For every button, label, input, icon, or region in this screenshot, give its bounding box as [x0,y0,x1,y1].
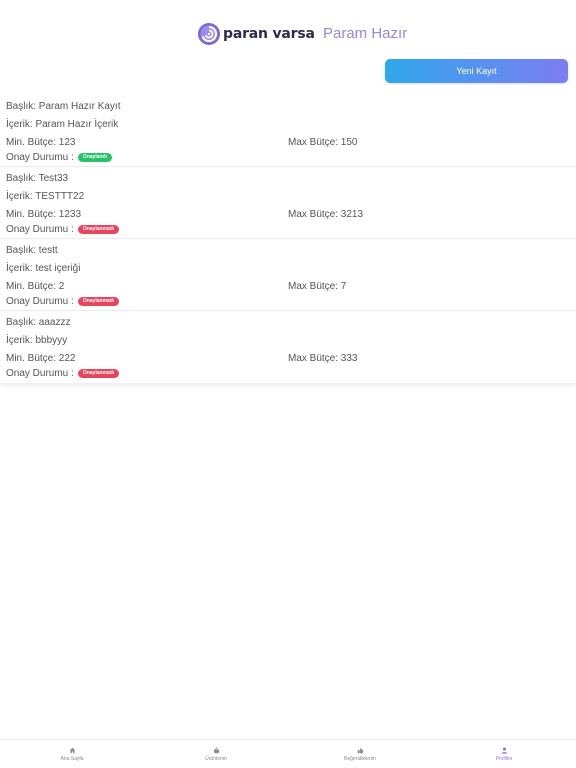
status-label: Onay Durumu : [6,152,74,163]
record-card[interactable]: Başlık: testt İçerik: test içeriği Min. … [0,239,576,311]
tab-favorites[interactable]: Beğendiklerim [288,740,432,768]
record-min-budget: Min. Bütçe: 1233 [6,209,82,220]
tab-label: Profilim [495,755,513,762]
logo-swirl-icon [198,23,220,45]
header: paran varsa Param Hazır [0,0,576,56]
record-title: Başlık: Param Hazır Kayıt [6,101,121,112]
page-title: Param Hazır [323,25,408,42]
home-icon [69,747,75,753]
basket-icon [213,746,219,753]
tab-profile[interactable]: Profilim [432,740,576,768]
record-max-budget: Max Bütçe: 150 [288,137,358,148]
logo: paran varsa [197,22,315,46]
status-label: Onay Durumu : [6,368,74,379]
status-label: Onay Durumu : [6,224,74,235]
record-status-row: Onay Durumu : Onaylanmadı [6,368,120,379]
record-card[interactable]: Başlık: Test33 İçerik: TESTTT22 Min. Büt… [0,167,576,239]
tab-products[interactable]: Ürünlerim [144,740,288,768]
record-content: İçerik: Param Hazır İçerik [6,119,119,130]
status-badge: Onaylandı [77,153,112,162]
logo-text: paran varsa [223,26,315,42]
record-status-row: Onay Durumu : Onaylandı [6,152,112,163]
record-title: Başlık: Test33 [6,173,69,184]
tab-label: Ana Sayfa [60,755,84,762]
record-content: İçerik: test içeriği [6,263,81,274]
record-max-budget: Max Bütçe: 3213 [288,209,364,220]
status-badge: Onaylanmadı [77,369,120,378]
user-icon [501,747,507,754]
record-status-row: Onay Durumu : Onaylanmadı [6,296,120,307]
record-max-budget: Max Bütçe: 333 [288,353,358,364]
thumbs-up-icon [357,747,363,753]
status-badge: Onaylanmadı [77,297,120,306]
record-title: Başlık: testt [6,245,58,256]
new-record-button[interactable]: Yeni Kayıt [385,59,568,83]
tab-label: Ürünlerim [205,755,227,762]
app-root: paran varsa Param Hazır Yeni Kayıt Başlı… [0,0,576,768]
status-label: Onay Durumu : [6,296,74,307]
bottom-tab-bar: Ana Sayfa Ürünlerim Beğendiklerim Profil… [0,739,576,768]
record-min-budget: Min. Bütçe: 123 [6,137,76,148]
record-max-budget: Max Bütçe: 7 [288,281,347,292]
record-content: İçerik: TESTTT22 [6,191,85,202]
record-card[interactable]: Başlık: aaazzz İçerik: bbbyyy Min. Bütçe… [0,311,576,383]
record-min-budget: Min. Bütçe: 2 [6,281,65,292]
record-status-row: Onay Durumu : Onaylanmadı [6,224,120,235]
record-card[interactable]: Başlık: Param Hazır Kayıt İçerik: Param … [0,95,576,167]
tab-label: Beğendiklerim [344,755,376,762]
record-title: Başlık: aaazzz [6,317,71,328]
record-list: Başlık: Param Hazır Kayıt İçerik: Param … [0,95,576,383]
record-min-budget: Min. Bütçe: 222 [6,353,76,364]
status-badge: Onaylanmadı [77,225,120,234]
record-content: İçerik: bbbyyy [6,335,68,346]
tab-home[interactable]: Ana Sayfa [0,740,144,768]
